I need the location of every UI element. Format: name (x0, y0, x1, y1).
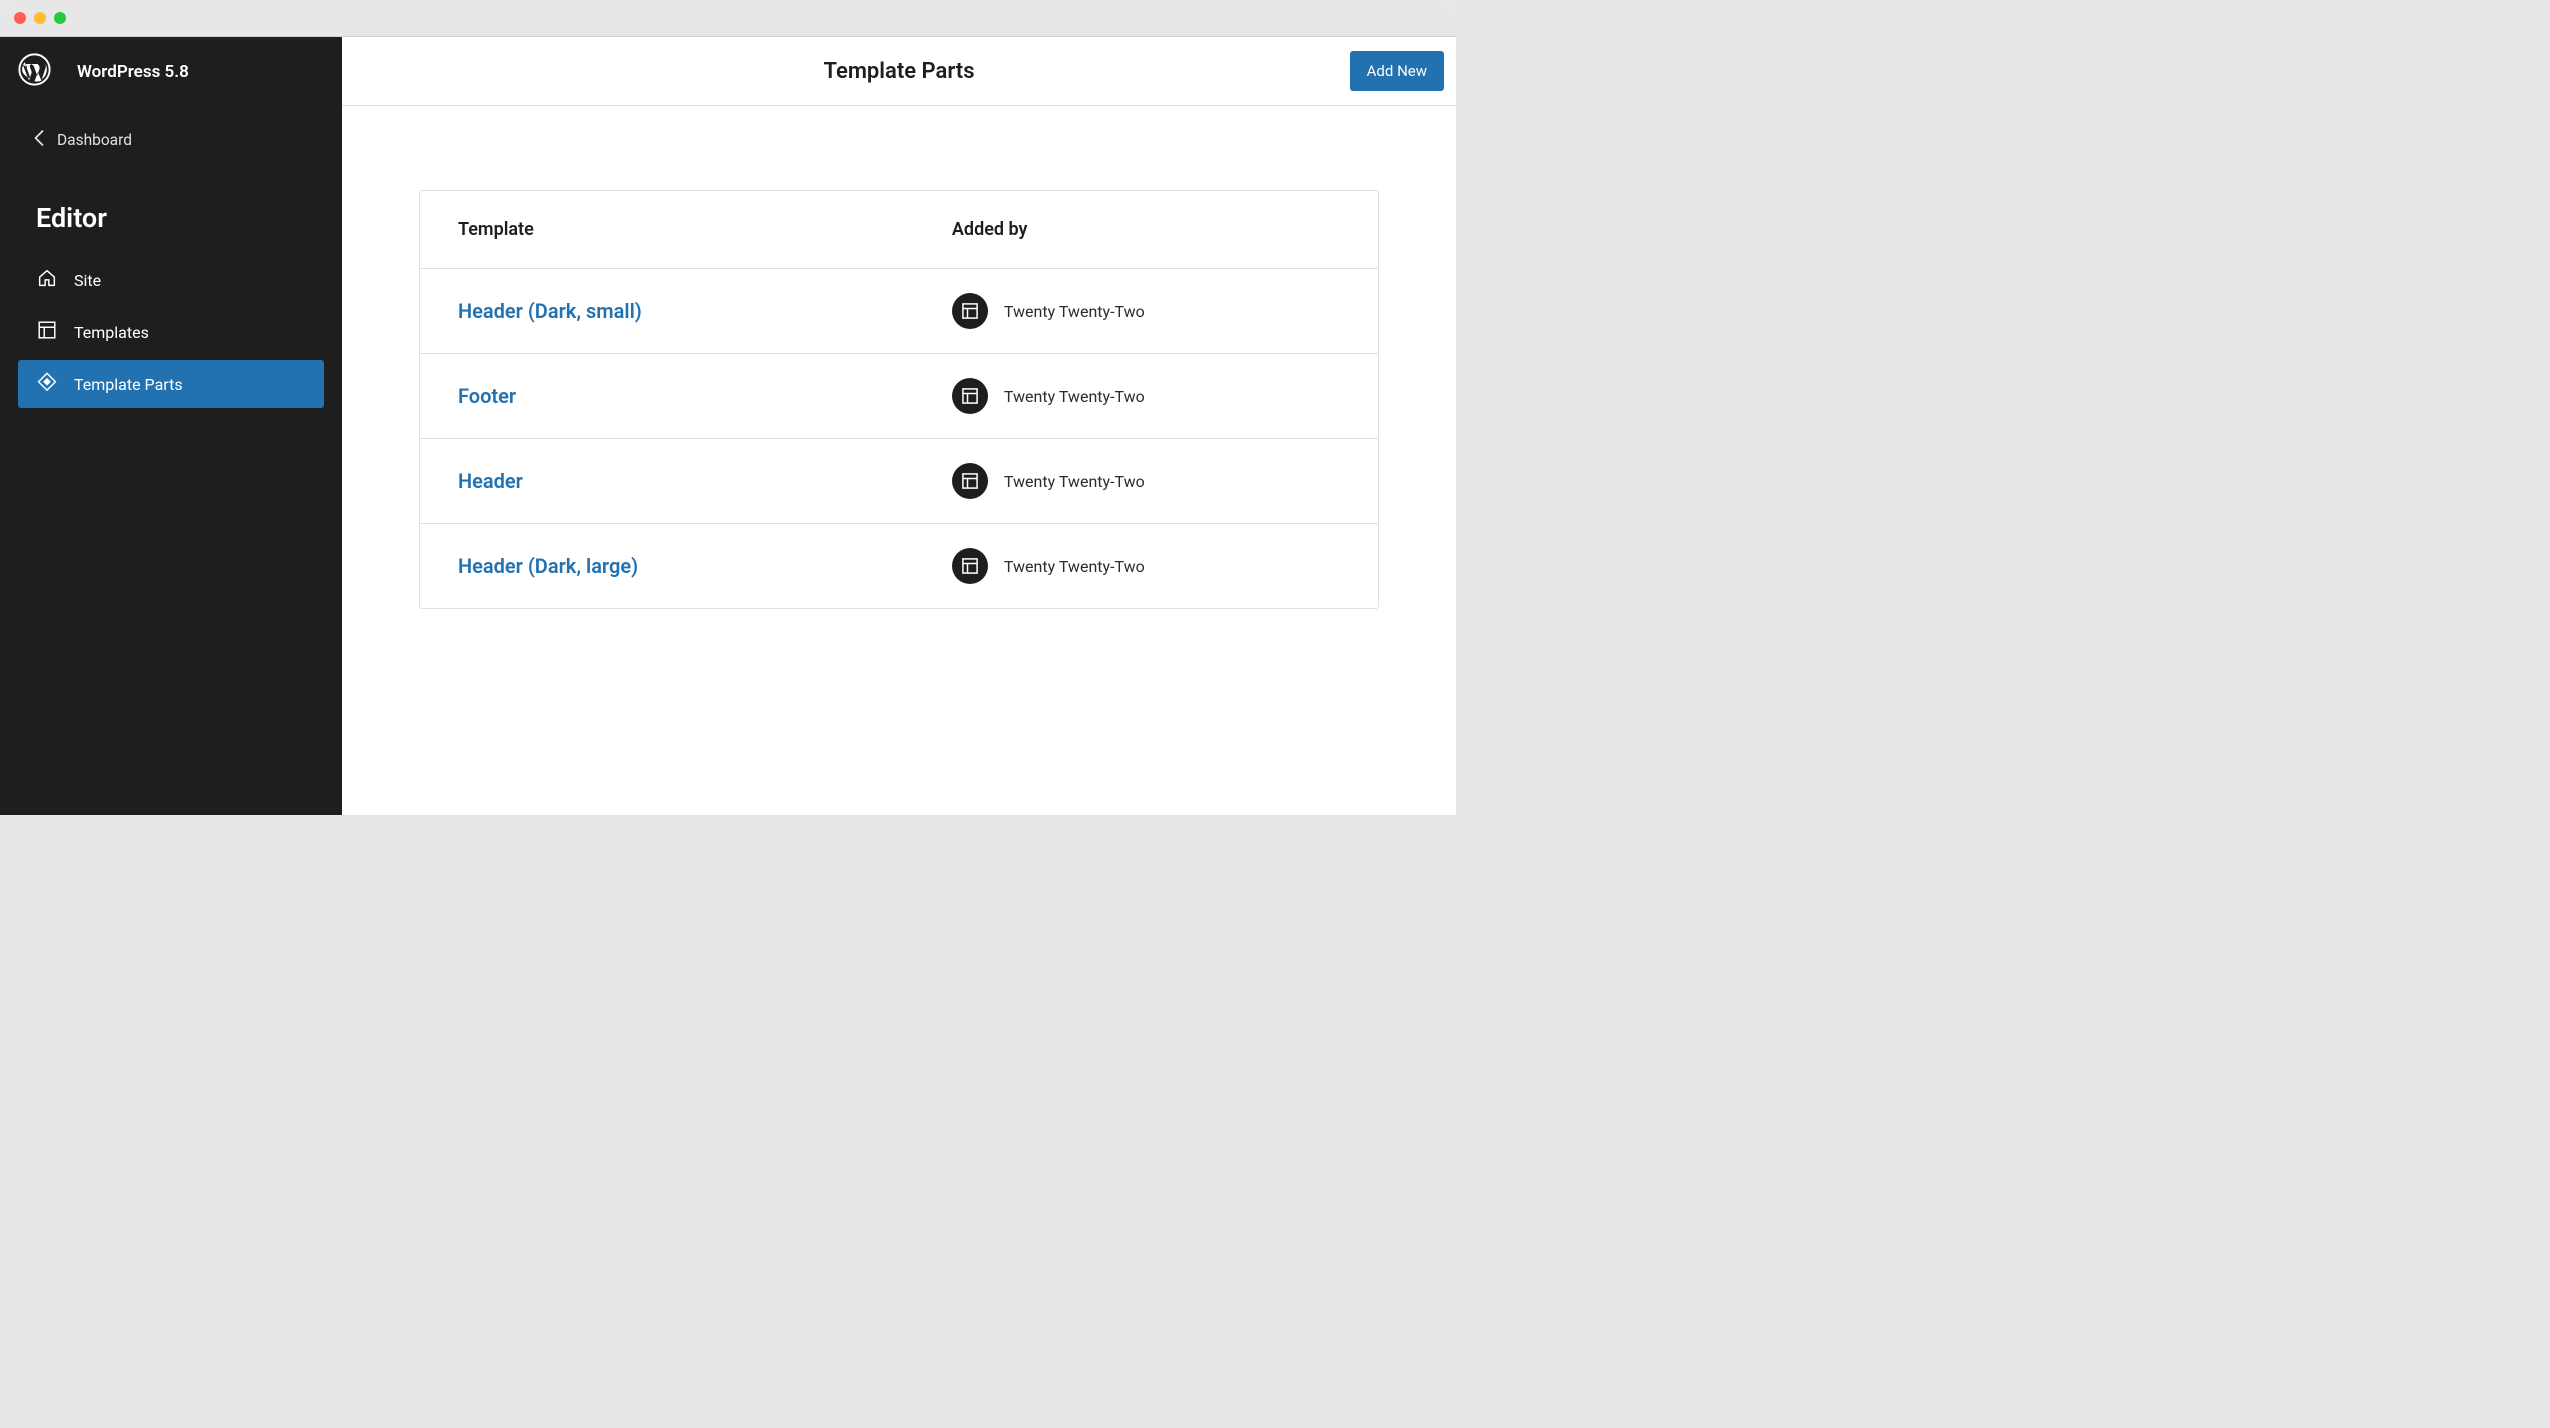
back-to-dashboard-link[interactable]: Dashboard (0, 120, 342, 160)
main-header: Template Parts Add New (342, 37, 1456, 106)
wordpress-logo-icon (18, 53, 51, 90)
nav-item-site[interactable]: Site (18, 256, 324, 304)
theme-name-label: Twenty Twenty-Two (1004, 302, 1145, 321)
table-header-row: Template Added by (420, 191, 1378, 269)
page-title: Template Parts (823, 59, 974, 84)
nav-item-label: Template Parts (74, 375, 183, 394)
nav-item-label: Templates (74, 323, 149, 342)
col-header-template: Template (458, 219, 952, 240)
nav-item-template-parts[interactable]: Template Parts (18, 360, 324, 408)
theme-name-label: Twenty Twenty-Two (1004, 387, 1145, 406)
close-window-button[interactable] (14, 12, 26, 24)
table-row: Footer Twenty Twenty-Two (420, 354, 1378, 439)
template-name-link[interactable]: Header (Dark, small) (458, 299, 952, 323)
app-window: WordPress 5.8 Dashboard Editor Site (0, 0, 1456, 815)
template-parts-table: Template Added by Header (Dark, small) Tw… (419, 190, 1379, 609)
nav-item-templates[interactable]: Templates (18, 308, 324, 356)
col-header-added-by: Added by (952, 219, 1340, 240)
added-by-cell: Twenty Twenty-Two (952, 463, 1340, 499)
home-icon (36, 267, 58, 293)
theme-layout-icon (952, 548, 988, 584)
theme-name-label: Twenty Twenty-Two (1004, 557, 1145, 576)
nav-item-label: Site (74, 271, 101, 290)
main-panel: Template Parts Add New Template Added by… (342, 37, 1456, 815)
template-parts-icon (36, 371, 58, 397)
chevron-left-icon (34, 130, 44, 150)
table-row: Header (Dark, small) Twenty Twenty-Two (420, 269, 1378, 354)
product-title: WordPress 5.8 (77, 62, 189, 82)
app-body: WordPress 5.8 Dashboard Editor Site (0, 37, 1456, 815)
content-area: Template Added by Header (Dark, small) Tw… (342, 106, 1456, 693)
layout-icon (36, 319, 58, 345)
sidebar: WordPress 5.8 Dashboard Editor Site (0, 37, 342, 815)
table-body: Header (Dark, small)Twenty Twenty-TwoFoo… (420, 269, 1378, 608)
template-name-link[interactable]: Header (458, 469, 952, 493)
minimize-window-button[interactable] (34, 12, 46, 24)
added-by-cell: Twenty Twenty-Two (952, 378, 1340, 414)
template-name-link[interactable]: Header (Dark, large) (458, 554, 952, 578)
sidebar-nav: Site Templates Template Parts (0, 256, 342, 408)
add-new-button[interactable]: Add New (1350, 51, 1444, 91)
template-name-link[interactable]: Footer (458, 384, 952, 408)
added-by-cell: Twenty Twenty-Two (952, 548, 1340, 584)
traffic-lights (14, 12, 66, 24)
sidebar-header: WordPress 5.8 (0, 53, 342, 120)
maximize-window-button[interactable] (54, 12, 66, 24)
theme-layout-icon (952, 378, 988, 414)
back-link-label: Dashboard (57, 131, 132, 149)
theme-layout-icon (952, 463, 988, 499)
theme-name-label: Twenty Twenty-Two (1004, 472, 1145, 491)
titlebar (0, 0, 1456, 37)
added-by-cell: Twenty Twenty-Two (952, 293, 1340, 329)
table-row: Header (Dark, large) Twenty Twenty-Two (420, 524, 1378, 608)
table-row: Header Twenty Twenty-Two (420, 439, 1378, 524)
sidebar-section-title: Editor (0, 202, 342, 234)
theme-layout-icon (952, 293, 988, 329)
